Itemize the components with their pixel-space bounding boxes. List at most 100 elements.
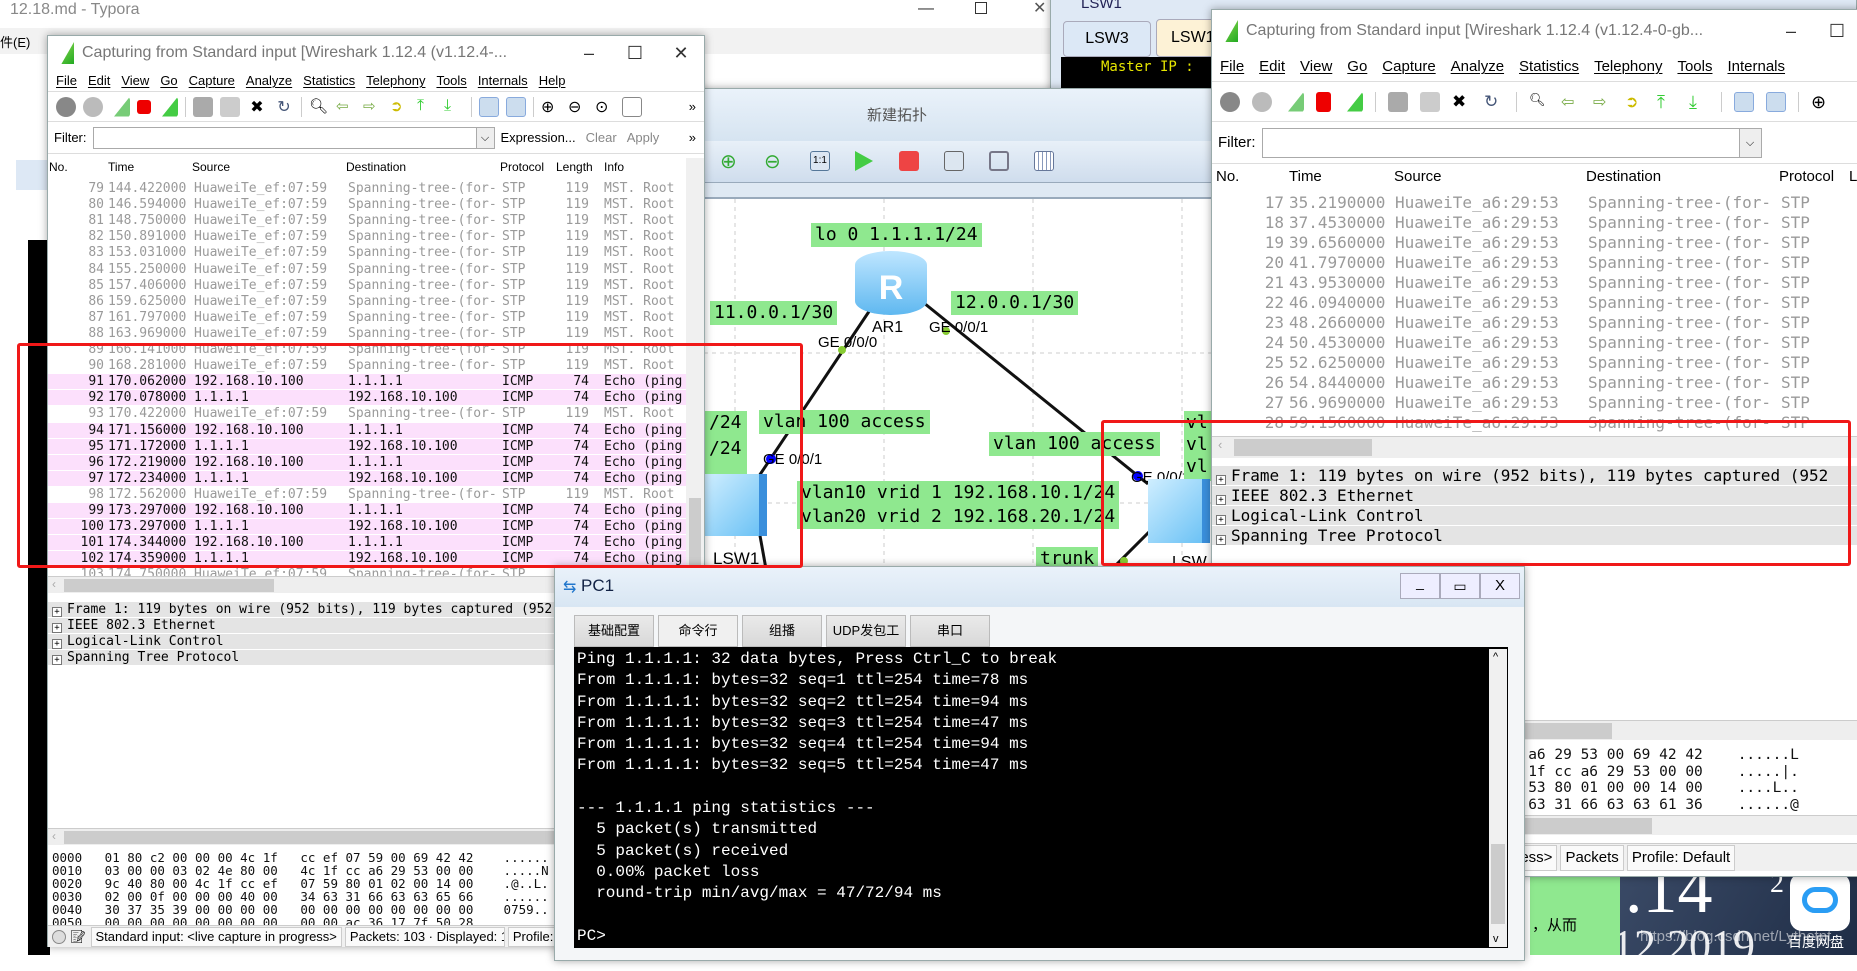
pc1-minimize[interactable]: _ <box>1400 573 1440 599</box>
filter-dropdown-icon[interactable]: ⌵ <box>1738 128 1761 157</box>
packet-row[interactable]: 28 59.1560000 HuaweiTe_a6:29:53 Spanning-tr… <box>1212 413 1857 433</box>
menu-item-telephony[interactable]: Telephony <box>1594 58 1662 75</box>
pc1-tab[interactable]: 串口 <box>910 615 990 647</box>
expand-icon[interactable]: + <box>52 655 62 665</box>
packet-list[interactable]: No. Time Source Destination Protocol L 17 35.2… <box>1212 166 1857 446</box>
packet-row[interactable]: 17 35.2190000 HuaweiTe_a6:29:53 Spanning-tr… <box>1212 193 1857 213</box>
go-to-packet-icon[interactable]: ➲ <box>390 97 410 117</box>
detail-row[interactable]: + Logical-Link Control <box>1212 506 1857 526</box>
pc1-tab[interactable]: UDP发包工具 <box>826 615 906 668</box>
packet-row[interactable]: 19 39.6560000 HuaweiTe_a6:29:53 Spanning-tr… <box>1212 233 1857 253</box>
menu-item-file[interactable]: File <box>1220 58 1244 75</box>
typora-menu-edit[interactable]: 件(E) <box>0 32 30 51</box>
menu-item-internals[interactable]: Internals <box>478 73 528 88</box>
find-icon[interactable]: 🔍︎ <box>309 97 329 117</box>
pc1-maximize[interactable]: ▭ <box>1440 573 1480 599</box>
last-packet-icon[interactable]: ⤓ <box>444 97 464 117</box>
toolbar-overflow-icon[interactable]: » <box>689 99 696 114</box>
go-to-packet-icon[interactable]: ➲ <box>1625 92 1645 112</box>
column-header-source[interactable]: Source <box>1394 168 1442 185</box>
detail-row[interactable]: + Frame 1: 119 bytes on wire (952 bits), … <box>1212 466 1857 486</box>
packet-list-vscroll[interactable] <box>686 158 704 596</box>
packet-row[interactable]: 99 173.297000 192.168.10.100 1.1.1.1 ICMP 74 E… <box>48 503 686 519</box>
column-header-l[interactable]: L <box>1849 168 1857 185</box>
filter-dropdown-icon[interactable]: ⌵ <box>475 127 494 148</box>
packet-row[interactable]: 22 46.0940000 HuaweiTe_a6:29:53 Spanning-tr… <box>1212 293 1857 313</box>
switch-lsw2-icon[interactable] <box>1148 479 1210 543</box>
column-header-no[interactable]: No. <box>1216 168 1239 185</box>
menu-item-edit[interactable]: Edit <box>88 73 110 88</box>
column-header-source[interactable]: Source <box>192 160 230 174</box>
packet-row[interactable]: 101 174.344000 192.168.10.100 1.1.1.1 ICMP 74… <box>48 535 686 552</box>
packet-row[interactable]: 24 50.4530000 HuaweiTe_a6:29:53 Spanning-tr… <box>1212 333 1857 353</box>
colorize-icon[interactable] <box>479 96 499 117</box>
interfaces-icon[interactable] <box>56 96 76 117</box>
forward-icon[interactable]: ⇨ <box>1593 92 1613 112</box>
label-vlan-right[interactable]: vlan 100 access <box>989 432 1160 456</box>
column-header-protocol[interactable]: Protocol <box>1779 168 1834 185</box>
label-trunk[interactable]: trunk <box>1036 547 1099 567</box>
packet-row[interactable]: 21 43.9530000 HuaweiTe_a6:29:53 Spanning-tr… <box>1212 273 1857 293</box>
filter-apply-button[interactable]: Apply <box>627 130 660 145</box>
stop-icon[interactable] <box>899 151 919 171</box>
save-icon[interactable] <box>1420 91 1440 112</box>
column-header-protocol[interactable]: Protocol <box>500 160 544 174</box>
packet-row[interactable]: 23 48.2660000 HuaweiTe_a6:29:53 Spanning-tr… <box>1212 313 1857 333</box>
menu-item-view[interactable]: View <box>1300 58 1332 75</box>
packet-row[interactable]: 95 171.172000 1.1.1.1 192.168.10.100 ICMP 74 E… <box>48 438 686 455</box>
menu-item-telephony[interactable]: Telephony <box>366 73 425 88</box>
save-icon[interactable] <box>220 96 240 117</box>
last-packet-icon[interactable]: ⤓ <box>1689 92 1709 112</box>
back-icon[interactable]: ⇦ <box>336 97 356 117</box>
packet-row[interactable]: 89 166.141000 HuaweiTe_ef:07:59 Spanning-tr… <box>48 342 686 358</box>
pc1-tab[interactable]: 基础配置 <box>574 615 654 647</box>
pc1-tab[interactable]: 命令行 <box>658 615 738 647</box>
column-header-time[interactable]: Time <box>1289 168 1322 185</box>
column-header-destination[interactable]: Destination <box>1586 168 1661 185</box>
expand-icon[interactable]: + <box>1216 475 1226 485</box>
reload-icon[interactable]: ↻ <box>1484 92 1504 112</box>
expand-icon[interactable]: + <box>52 623 62 633</box>
expand-icon[interactable]: + <box>1216 535 1226 545</box>
expand-icon[interactable]: + <box>1216 495 1226 505</box>
packet-bytes[interactable]: cc a6 29 53 00 69 42 42 ......L 4c 1f cc … <box>1502 747 1799 813</box>
maximize-button[interactable]: ☐ <box>1814 21 1857 42</box>
packet-row[interactable]: 79 144.422000 HuaweiTe_ef:07:59 Spanning-tr… <box>48 181 686 197</box>
packet-row[interactable]: 96 172.219000 192.168.10.100 1.1.1.1 ICMP 74 E… <box>48 454 686 471</box>
first-packet-icon[interactable]: ⤒ <box>1657 92 1677 112</box>
find-icon[interactable]: 🔍︎ <box>1529 92 1549 112</box>
packet-row[interactable]: 87 161.797000 HuaweiTe_ef:07:59 Spanning-tr… <box>48 310 686 326</box>
menu-item-go[interactable]: Go <box>160 73 177 88</box>
typora-minimize[interactable]: — <box>918 0 934 18</box>
menu-item-analyze[interactable]: Analyze <box>246 73 292 88</box>
menu-item-statistics[interactable]: Statistics <box>303 73 355 88</box>
stop-capture-icon[interactable] <box>1316 91 1331 112</box>
open-icon[interactable] <box>193 96 213 117</box>
column-header-time[interactable]: Time <box>108 160 134 174</box>
minimize-button[interactable]: – <box>1768 21 1814 42</box>
terminal-vscroll[interactable]: ^ v <box>1489 649 1507 947</box>
minimize-button[interactable]: – <box>566 43 612 64</box>
menu-item-capture[interactable]: Capture <box>189 73 235 88</box>
router-ar1-icon[interactable]: R <box>855 251 927 315</box>
packet-row[interactable]: 98 172.562000 HuaweiTe_ef:07:59 Spanning-tr… <box>48 487 686 503</box>
packet-row[interactable]: 88 163.969000 HuaweiTe_ef:07:59 Spanning-tr… <box>48 326 686 342</box>
menu-item-internals[interactable]: Internals <box>1727 58 1785 75</box>
menu-item-edit[interactable]: Edit <box>1259 58 1285 75</box>
terminal-scroll-thumb[interactable] <box>1491 844 1505 924</box>
start-icon[interactable] <box>855 151 873 171</box>
lsw-tab-lsw3[interactable]: LSW3 <box>1063 21 1151 57</box>
column-header-length[interactable]: Length <box>556 160 593 174</box>
menu-item-file[interactable]: File <box>56 73 77 88</box>
packet-row[interactable]: 91 170.062000 192.168.10.100 1.1.1.1 ICMP 74 E… <box>48 374 686 391</box>
capture-icon[interactable] <box>944 151 964 171</box>
column-header-destination[interactable]: Destination <box>346 160 406 174</box>
first-packet-icon[interactable]: ⤒ <box>417 97 437 117</box>
packet-row[interactable]: 80 146.594000 HuaweiTe_ef:07:59 Spanning-tr… <box>48 197 686 213</box>
filter-input[interactable]: ⌵ <box>1261 127 1762 158</box>
interfaces-icon[interactable] <box>1220 91 1240 112</box>
detail-row[interactable]: + IEEE 802.3 Ethernet <box>1212 486 1857 506</box>
packet-list[interactable]: No. Time Source Destination Protocol Length In… <box>48 158 686 596</box>
pc1-tab[interactable]: 组播 <box>742 615 822 647</box>
pc1-close[interactable]: X <box>1480 573 1520 599</box>
